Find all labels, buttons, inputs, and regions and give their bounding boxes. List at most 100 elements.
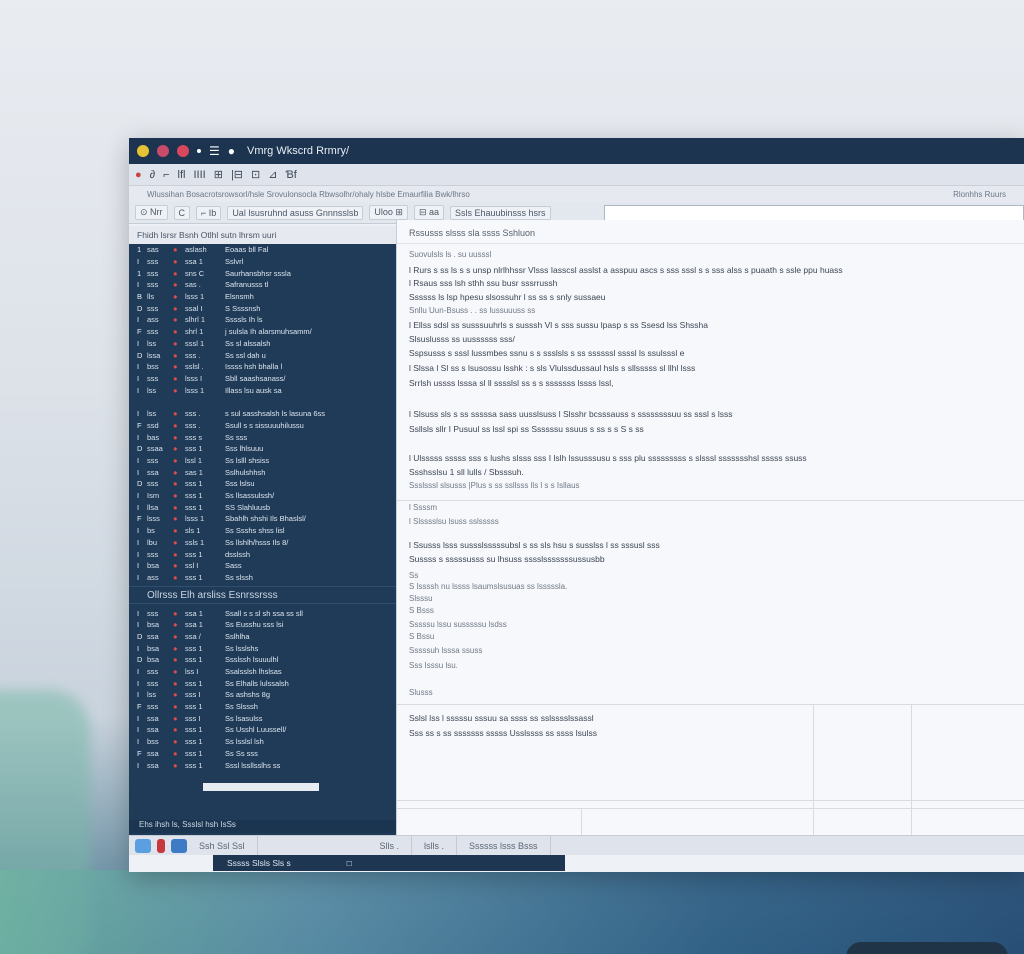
sidebar-row[interactable]: Ilss ● sss I Ss ashshs 8g [129, 689, 396, 701]
status-dot-icon: ● [173, 608, 178, 618]
record-icon[interactable]: ● [135, 169, 142, 181]
sidebar-row[interactable]: I Ism ● sss 1 Ss llsassulssh/ [129, 490, 396, 502]
address-input[interactable] [604, 204, 1024, 221]
refresh-button[interactable]: C [173, 205, 191, 220]
sidebar-row[interactable]: Fsss ● shrl 1 j sulsla Ih alarsmuhsamm/ [129, 326, 396, 338]
sidebar-row[interactable]: Isss ● sss 1 dsslssh [129, 548, 396, 560]
status-item-4[interactable]: Ssssss lsss Bsss [457, 836, 551, 855]
main-panel: Rssusss slsss sla ssss Sshluon Suovulsls… [396, 220, 1024, 835]
sidebar-cell: ssa 1 [185, 620, 203, 630]
toolbar-tool-4[interactable]: IIII [193, 169, 205, 181]
sidebar-cell: lsss [147, 514, 160, 524]
status-dot-icon: ● [173, 245, 178, 255]
menu-icon[interactable]: ☰ [209, 144, 220, 158]
sidebar-row[interactable]: Fsss ● sss 1 Ss Slsssh [129, 701, 396, 713]
sidebar-row[interactable]: Illsa ● sss 1 SS Slahluusb [129, 501, 396, 513]
divider [397, 704, 1024, 705]
sidebar-row[interactable]: Isss ● sas . Safranusss tl [129, 279, 396, 291]
view-grid-button[interactable]: Uloo ⊞ [369, 205, 408, 220]
content-line: Sssssuh lsssa ssuss [409, 646, 483, 655]
sidebar-cell: Ssalsslsh lhslsas [225, 667, 282, 677]
taskbar-item[interactable]: Sssss Slsls Sls s [227, 858, 291, 868]
status-item-3[interactable]: lslls . [412, 836, 458, 855]
breadcrumb[interactable]: Ual lsusruhnd asuss Gnnnsslsb [227, 205, 364, 220]
toolbar-tool-5[interactable]: ⊞ [214, 168, 223, 181]
sidebar-row[interactable]: Dsss ● ssal I S Ssssnsh [129, 302, 396, 314]
options-button[interactable]: Ssls Ehauubinsss hsrs [450, 205, 551, 220]
sidebar-section-heading[interactable]: Ollrsss Elh arsliss Esnrssrsss [129, 586, 396, 605]
sidebar-row[interactable]: Flsss ● lsss 1 Sbahlh shshi Ils Bhaslsl/ [129, 513, 396, 525]
back-button[interactable]: ⊙ Nrr [135, 205, 168, 220]
sidebar-row[interactable]: Ibsa ● ssa 1 Ss Eusshu sss lsi [129, 619, 396, 631]
sidebar-cell: I [137, 643, 140, 653]
sidebar-row[interactable]: Iass ● slhrl 1 Ssssls Ih ls [129, 314, 396, 326]
path-button[interactable]: ⌐ Ib [196, 205, 222, 220]
sidebar-row[interactable]: Fssd ● sss . Ssull s s sissuuuhilussu [129, 420, 396, 432]
sidebar-row[interactable]: Isss ● lss I Ssalsslsh lhslsas [129, 666, 396, 678]
sidebar-row[interactable]: Fssa ● sss 1 Ss Ss sss [129, 748, 396, 760]
sidebar-cell: F [137, 702, 142, 712]
toolbar-tool-7[interactable]: ⊡ [251, 168, 260, 181]
sidebar-row[interactable]: 1 sss ● sns C Saurhansbhsr sssla [129, 267, 396, 279]
sidebar-row[interactable]: Ibss ● sslsl . Issss hsh bhalla l [129, 361, 396, 373]
taskbar-square-icon[interactable]: □ [347, 858, 352, 868]
minimize-button[interactable] [137, 145, 149, 157]
sidebar-row[interactable]: Blls ● lsss 1 Elsnsmh [129, 291, 396, 303]
sidebar-row[interactable]: Ibsa ● ssl I Sass [129, 560, 396, 572]
sidebar-row[interactable]: Ibss ● sss 1 Ss lsslsl lsh [129, 736, 396, 748]
stop-icon[interactable] [157, 838, 165, 853]
sidebar-cell: slhrl 1 [185, 315, 206, 325]
status-dot-icon: ● [173, 713, 178, 723]
sidebar-row[interactable]: Isss ● lsss I Sbll saashsanass/ [129, 373, 396, 385]
sidebar-row[interactable]: Issa ● sss 1 Sssl lssllsslhs ss [129, 759, 396, 771]
sidebar-cell: Sbll saashsanass/ [225, 373, 286, 383]
sidebar-row[interactable]: Issa ● sss 1 Ss Usshl Luussell/ [129, 724, 396, 736]
status-item-2[interactable]: Slls . [368, 836, 413, 855]
sidebar-row[interactable]: Ibas ● sss s Ss sss [129, 431, 396, 443]
sidebar-row[interactable]: Dlssa ● sss . Ss ssl dah u [129, 349, 396, 361]
path-bar-left[interactable]: Wlussihan Bosacrotsrowsorl/hsle Srovulon… [147, 190, 470, 199]
sidebar-row[interactable]: Isss ● lssl 1 Ss lslll shsiss [129, 455, 396, 467]
sidebar-row[interactable]: 1 sas ● aslash Eoaas bll Fal [129, 244, 396, 256]
sidebar-row[interactable]: Ilss ● sssl 1 Ss sl alssalsh [129, 338, 396, 350]
sidebar-row[interactable]: Iass ● sss 1 Ss slssh [129, 572, 396, 584]
toolbar-tool-9[interactable]: Ɓf [285, 169, 296, 181]
sidebar-cell: sss 1 [185, 643, 203, 653]
sidebar-row[interactable]: Ibs ● sls 1 Ss Ssshs shss lisl [129, 525, 396, 537]
toolbar-tool-2[interactable]: ⌐ [163, 169, 169, 181]
sidebar-row[interactable]: Isss ● ssa 1 Ssall s s sl sh ssa ss sll [129, 607, 396, 619]
app-icon[interactable] [135, 838, 151, 853]
globe-icon[interactable]: ● [228, 144, 235, 158]
sidebar-cell: D [137, 303, 143, 313]
sidebar-row[interactable]: Isss ● ssa 1 Sslvrl [129, 256, 396, 268]
sidebar-row[interactable]: Issa ● sss I Ss lsasulss [129, 712, 396, 724]
window-icon[interactable] [171, 838, 187, 853]
sidebar-cell: ssa [147, 467, 159, 477]
sidebar-row[interactable]: Dssa ● ssa / Sslhlha [129, 631, 396, 643]
sidebar-row[interactable]: Ilss ● sss . s sul sasshsalsh ls lasuna 6ss [129, 408, 396, 420]
sidebar-row[interactable]: Ilbu ● ssls 1 Ss llshlh/hsss Ils 8/ [129, 537, 396, 549]
sidebar-row[interactable]: Dsss ● sss 1 Sss lslsu [129, 478, 396, 490]
sidebar-row[interactable]: Dbsa ● sss 1 Ssslssh lsuuulhl [129, 654, 396, 666]
sidebar-row[interactable]: Ilss ● lsss 1 Illass lsu ausk sa [129, 384, 396, 396]
sidebar-cell: sss [147, 373, 159, 383]
toolbar-tool-6[interactable]: |⊟ [231, 168, 243, 181]
sidebar-cell: D [137, 479, 143, 489]
sidebar-row[interactable]: Dssaa ● sss 1 Sss lhlsuuu [129, 443, 396, 455]
path-bar-right[interactable]: Rlonhhs Ruurs [953, 190, 1006, 199]
sidebar-row[interactable]: Issa ● sas 1 Sslhulshhsh [129, 466, 396, 478]
sidebar-cell: I [137, 338, 140, 348]
status-dot-icon: ● [173, 432, 178, 442]
toolbar-tool-1[interactable]: ∂ [150, 169, 155, 181]
toolbar-tool-3[interactable]: lfl [178, 169, 186, 181]
content-line: l Rsaus sss lsh sthh ssu busr sssrrussh [409, 278, 558, 288]
maximize-button[interactable] [157, 145, 169, 157]
toolbar-tool-8[interactable]: ⊿ [268, 168, 277, 181]
folder-button[interactable]: ⊟ aa [413, 205, 444, 220]
sidebar-row[interactable]: Ibsa ● sss 1 Ss lsslshs [129, 642, 396, 654]
status-dot-icon: ● [173, 327, 178, 337]
status-item-1[interactable]: Ssh Ssl Ssl [187, 836, 258, 855]
sidebar-row[interactable]: Isss ● sss 1 Ss Elhalls lulssalsh [129, 677, 396, 689]
close-button[interactable] [177, 145, 189, 157]
sidebar-cell: sss [147, 268, 159, 278]
